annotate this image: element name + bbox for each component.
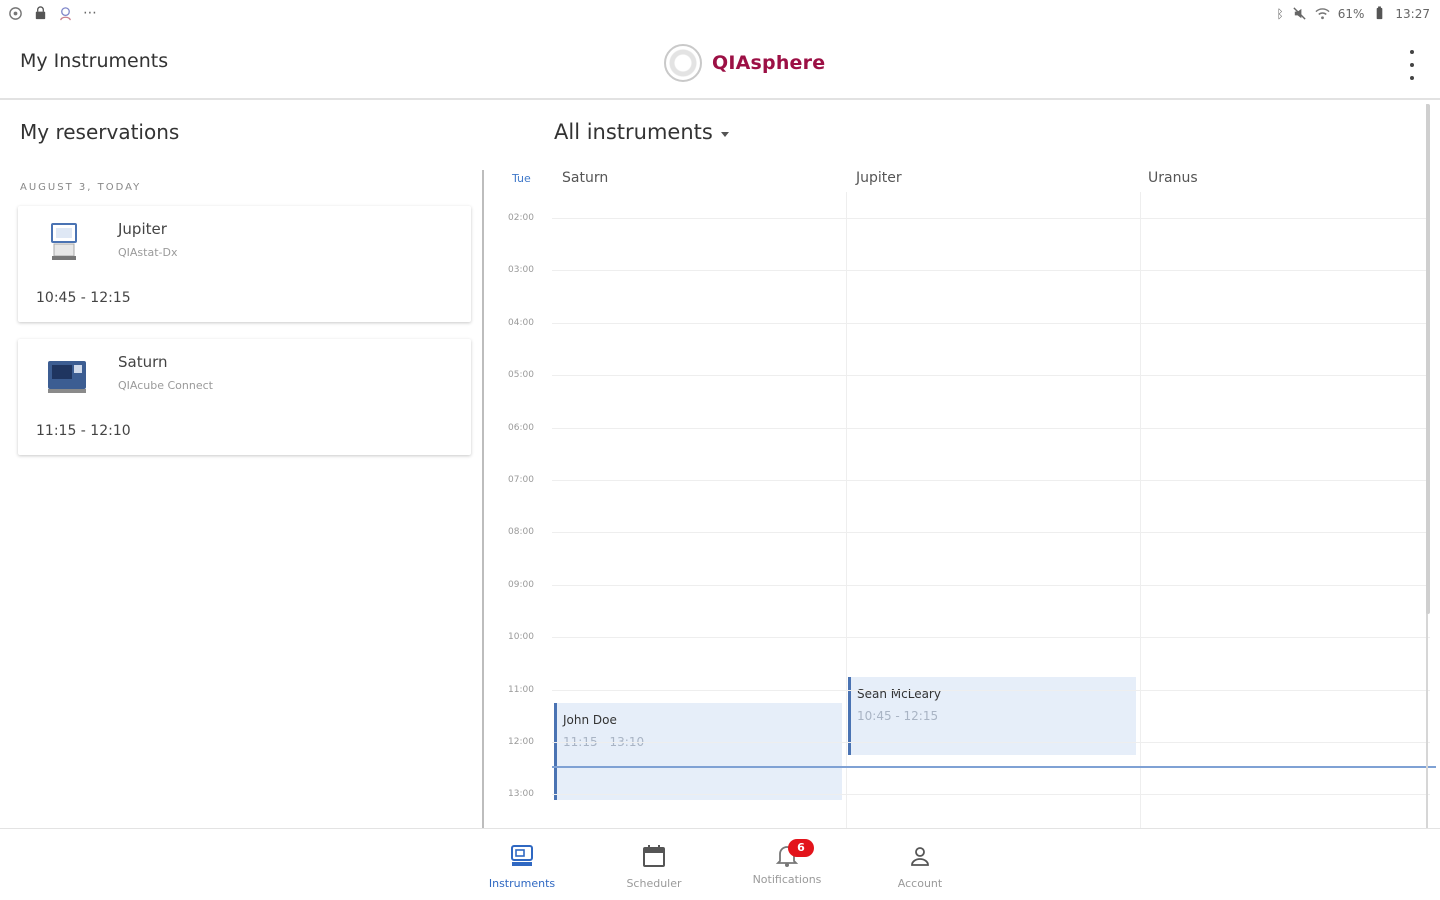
- calendar-icon: [643, 845, 665, 867]
- day-label: Tue: [512, 172, 531, 185]
- hour-gridline: [552, 637, 1430, 639]
- battery-percent: 61%: [1337, 6, 1365, 21]
- nav-label: Account: [897, 877, 943, 890]
- bag-icon: [35, 5, 46, 19]
- reservation-instrument-model: QIAcube Connect: [118, 379, 213, 392]
- hour-gridline: [552, 689, 1430, 691]
- nav-label: Scheduler: [626, 877, 682, 890]
- analyzer-icon: [51, 223, 77, 260]
- instrument-filter-label: All instruments: [554, 120, 713, 144]
- reservations-title: My reservations: [20, 120, 180, 144]
- clock: 13:27: [1395, 6, 1430, 21]
- hour-label: 02:00: [508, 213, 534, 223]
- hour-label: 05:00: [508, 370, 534, 381]
- instruments-icon: [511, 845, 533, 866]
- hour-gridline: [552, 375, 1430, 377]
- hour-gridline: [552, 742, 1430, 743]
- bottom-navigation: Instruments Scheduler 6 Notifications Ac…: [0, 828, 1440, 900]
- reservation-instrument-model: QIAstat-Dx: [118, 246, 178, 259]
- column-divider: [1140, 192, 1141, 828]
- day-schedule: Tue Saturn Jupiter Uranus John Doe 11:15…: [482, 170, 1436, 828]
- column-divider: [846, 192, 847, 828]
- reservation-instrument-name: Jupiter: [118, 220, 167, 238]
- hour-gridline: [552, 480, 1430, 481]
- hour-label: 08:00: [508, 527, 534, 538]
- workstation-icon: [48, 361, 86, 393]
- brand: QIAsphere: [664, 44, 825, 82]
- more-vertical-icon: [1410, 63, 1414, 67]
- column-header: Jupiter: [856, 170, 902, 186]
- calendar-panel: All instruments Tue Saturn Jupiter Uranu…: [482, 102, 1436, 828]
- bell-icon-wrapper: 6: [774, 839, 814, 869]
- more-vertical-icon: [1410, 76, 1414, 80]
- event-owner: John Doe: [563, 712, 617, 727]
- more-vertical-icon: [1410, 50, 1414, 54]
- battery-icon: [1377, 6, 1383, 20]
- hour-gridline: [552, 322, 1430, 324]
- wifi-icon: [1315, 8, 1330, 20]
- nav-label: Notifications: [752, 873, 822, 886]
- hour-label: 13:00: [508, 789, 534, 800]
- hour-gridline: [552, 584, 1430, 586]
- reservation-card[interactable]: Saturn QIAcube Connect 11:15 - 12:10: [18, 339, 471, 455]
- hour-label: 06:00: [508, 422, 534, 433]
- more-dots-icon: ⋯: [83, 5, 97, 21]
- nav-notifications[interactable]: 6 Notifications: [737, 839, 837, 886]
- date-caption: AUGUST 3, TODAY: [20, 182, 142, 193]
- current-time-line: [552, 765, 1436, 768]
- instrument-filter-dropdown[interactable]: All instruments: [554, 120, 729, 144]
- app-bar: My Instruments QIAsphere: [0, 30, 1440, 100]
- hour-label: 07:00: [508, 475, 534, 485]
- caret-down-icon: [720, 131, 729, 137]
- mute-icon: [1293, 7, 1306, 20]
- reservation-event[interactable]: John Doe 11:15 - 13:10: [554, 702, 842, 800]
- hour-label: 04:00: [508, 317, 534, 328]
- reservation-instrument-name: Saturn: [118, 353, 168, 371]
- notification-count-badge: 6: [788, 839, 814, 857]
- calendar-scrollbar[interactable]: [1426, 104, 1430, 614]
- brand-logo-icon: [664, 44, 702, 82]
- brand-name: QIAsphere: [712, 52, 826, 74]
- hour-label: 09:00: [508, 579, 534, 590]
- hour-gridline: [552, 794, 1430, 796]
- hour-gridline: [552, 270, 1430, 272]
- hour-gridline: [552, 427, 1430, 429]
- hour-label: 12:00: [508, 737, 534, 747]
- event-time: 10:45 - 12:15: [857, 708, 939, 723]
- column-header: Saturn: [562, 170, 609, 186]
- reservation-card[interactable]: Jupiter QIAstat-Dx 10:45 - 12:15: [18, 206, 471, 322]
- hour-label: 03:00: [508, 265, 534, 276]
- hour-gridline: [552, 532, 1430, 534]
- status-bar: ⋯ ᛒ 61% 13:27: [0, 0, 1440, 30]
- nav-instruments[interactable]: Instruments: [472, 843, 572, 890]
- account-circle-icon: [60, 6, 71, 20]
- reservation-time: 10:45 - 12:15: [36, 290, 131, 306]
- nav-label: Instruments: [488, 877, 556, 890]
- reservation-time: 11:15 - 12:10: [36, 423, 131, 439]
- bluetooth-icon: ᛒ: [1276, 6, 1284, 21]
- hour-label: 11:00: [508, 684, 534, 695]
- column-header: Uranus: [1148, 170, 1198, 186]
- nav-scheduler[interactable]: Scheduler: [604, 843, 704, 890]
- overflow-menu-button[interactable]: [1406, 50, 1418, 80]
- hour-label: 10:00: [508, 632, 534, 643]
- reservations-panel: My reservations AUGUST 3, TODAY Jupiter …: [0, 102, 482, 828]
- person-icon: [911, 847, 929, 866]
- nav-account[interactable]: Account: [870, 843, 970, 890]
- page-title: My Instruments: [20, 50, 169, 72]
- reservation-event[interactable]: Sean McLeary 10:45 - 12:15: [848, 676, 1136, 756]
- event-owner: Sean McLeary: [857, 686, 941, 701]
- hour-gridline: [552, 218, 1430, 219]
- settings-circle-icon: [9, 6, 22, 20]
